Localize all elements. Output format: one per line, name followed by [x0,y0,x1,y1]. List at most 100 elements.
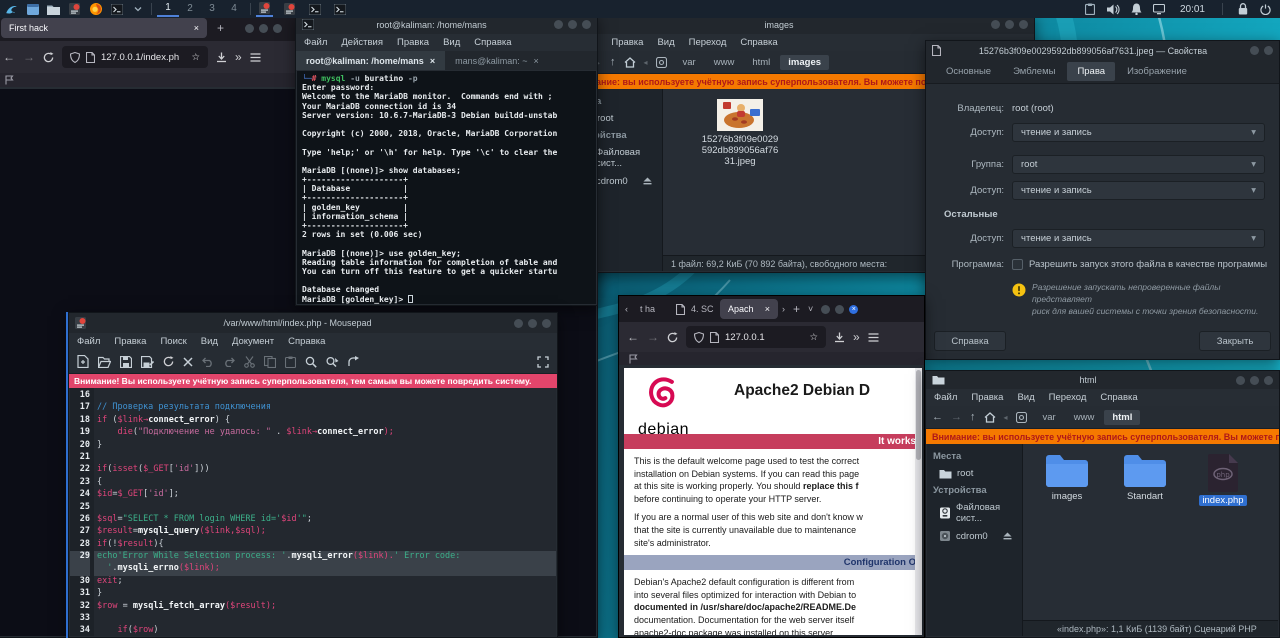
url-bar[interactable]: 127.0.0.1/index.ph ☆ [62,46,208,68]
url-bar[interactable]: 127.0.0.1 ☆ [686,326,826,348]
back-button[interactable]: ← [3,50,15,64]
panel-action-icon[interactable] [1234,1,1251,17]
mousepad-titlebar[interactable]: /var/www/html/index.php - Mousepad [69,313,557,333]
breadcrumb-item[interactable]: www [706,55,743,70]
tray-icon[interactable] [1105,1,1122,17]
toolbar-icon[interactable] [264,356,276,368]
overflow-menu-icon[interactable]: » [235,50,242,64]
menu-item[interactable]: Вид [443,37,460,48]
menu-item[interactable]: Вид [201,336,218,347]
task-button[interactable] [281,1,298,17]
terminal-tab[interactable]: root@kaliman: /home/mans× [296,51,445,70]
toolbar-icon[interactable] [305,356,317,368]
new-tab-button[interactable]: + [793,302,800,316]
menu-item[interactable]: Справка [1100,392,1137,403]
menu-item[interactable]: Правка [611,37,643,48]
workspace-button[interactable]: 1 [157,1,179,17]
forward-button[interactable]: → [647,330,659,344]
minimize-button[interactable] [245,24,254,33]
maximize-button[interactable] [528,319,537,328]
menu-item[interactable]: Вид [1017,392,1034,403]
tab-first-hack[interactable]: First hack × [1,18,207,38]
breadcrumb-item[interactable]: var [1035,410,1064,425]
toolbar-icon[interactable] [326,356,339,368]
eject-icon[interactable] [643,177,652,185]
props-tab[interactable]: Основные [936,62,1001,81]
menu-item[interactable]: Переход [1049,392,1087,403]
minimize-button[interactable] [991,20,1000,29]
tab-close-icon[interactable]: × [765,304,770,314]
bookmark-flag-icon[interactable] [5,75,14,85]
code-editor[interactable]: 16171819202122232425262728293031323334 /… [70,388,556,636]
close-dialog-button[interactable]: Закрыть [1199,331,1271,351]
tab-scroll-right-icon[interactable]: › [782,304,785,314]
forward-button[interactable]: → [23,50,35,64]
list-all-tabs-icon[interactable]: ˅ [808,304,813,314]
task-button[interactable] [256,1,273,17]
menu-item[interactable]: Действия [341,37,383,48]
toolbar-icon[interactable] [223,357,235,367]
help-button[interactable]: Справка [934,331,1006,351]
menu-item[interactable]: Файл [304,37,327,48]
owner-access-select[interactable]: чтение и запись▾ [1012,123,1265,142]
close-button[interactable] [1019,20,1028,29]
launcher-icon[interactable] [108,1,125,17]
maximize-button[interactable] [1250,376,1259,385]
crumb-collapse-icon[interactable]: ◂ [644,58,648,67]
task-button[interactable] [331,1,348,17]
file-item[interactable]: images [1035,454,1099,502]
tab-apache[interactable]: Apach × [720,299,778,319]
terminal-tab[interactable]: mans@kaliman: ~× [445,51,549,70]
minimize-button[interactable] [514,319,523,328]
breadcrumb-item[interactable]: images [780,55,829,70]
reload-button[interactable] [667,332,678,343]
hamburger-menu-icon[interactable] [868,333,879,342]
terminal-output[interactable]: └─# mysql -u buratino -pEnter password:W… [297,71,596,304]
maximize-button[interactable] [259,24,268,33]
home-button[interactable] [624,57,636,68]
downloads-icon[interactable] [216,52,227,63]
menu-item[interactable]: Справка [740,37,777,48]
bookmark-flag-icon[interactable] [629,354,638,364]
minimize-button[interactable] [1250,46,1259,55]
toolbar-icon[interactable] [183,357,193,367]
maximize-button[interactable] [568,20,577,29]
maximize-button[interactable] [835,305,844,314]
tab-doc[interactable]: 4. SC [668,299,720,319]
tab-close-icon[interactable]: × [534,56,539,66]
up-button[interactable]: ↑ [970,411,976,423]
breadcrumb-item[interactable]: html [1104,410,1140,425]
new-tab-button[interactable]: + [217,21,224,35]
code-area[interactable]: // Проверка результата подключенияif ($l… [94,388,556,636]
clock[interactable]: 20:01 [1180,4,1205,15]
jpeg-file-item[interactable]: 15276b3f09e0029 592db899056af76 31.jpeg [701,99,779,167]
props-tab[interactable]: Права [1067,62,1115,81]
toolbar-icon[interactable] [285,356,296,368]
close-button[interactable] [1264,376,1273,385]
maximize-button[interactable] [1005,20,1014,29]
menu-item[interactable]: Правка [397,37,429,48]
url-text[interactable]: 127.0.0.1/index.ph [101,52,179,63]
props-titlebar[interactable]: 15276b3f09e0029592db899056af7631.jpeg — … [926,41,1279,60]
reload-button[interactable] [43,52,54,63]
props-tab[interactable]: Изображение [1117,62,1197,81]
close-button[interactable] [582,20,591,29]
tab-partial[interactable]: t ha [632,299,668,319]
menu-item[interactable]: Поиск [160,336,186,347]
back-button[interactable]: ← [932,411,943,423]
url-text[interactable]: 127.0.0.1 [725,332,765,343]
downloads-icon[interactable] [834,332,845,343]
minimize-button[interactable] [1236,376,1245,385]
tab-close-icon[interactable]: × [194,23,199,33]
tray-icon[interactable] [1082,1,1099,17]
launcher-icon[interactable] [3,1,20,17]
sidebar-device-item[interactable]: Файловая сист... [927,499,1022,527]
bookmark-star-icon[interactable]: ☆ [809,332,818,343]
eject-icon[interactable] [1003,532,1012,540]
launcher-icon[interactable] [45,1,62,17]
tab-scroll-left-icon[interactable]: ‹ [625,304,628,314]
hamburger-menu-icon[interactable] [250,53,261,62]
launcher-icon[interactable] [129,1,146,17]
menu-item[interactable]: Файл [934,392,957,403]
tray-icon[interactable] [1128,1,1145,17]
